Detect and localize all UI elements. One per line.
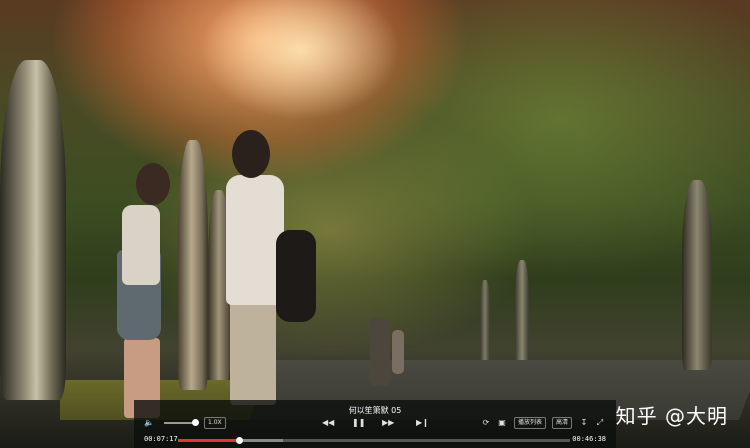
fullscreen-icon[interactable]: ⤢ [594, 417, 606, 429]
speed-button[interactable]: 1.0X [204, 417, 226, 429]
girl-figure [136, 163, 170, 205]
download-icon[interactable]: ↧ [578, 417, 590, 429]
duration-time: 00:46:38 [572, 435, 606, 443]
progress-bar[interactable] [178, 437, 570, 444]
tree-trunk [682, 180, 712, 370]
video-title: 何以笙箫默 05 [348, 406, 402, 415]
tree-trunk [515, 260, 529, 360]
boy-figure [232, 130, 270, 178]
playlist-button[interactable]: 播放列表 [514, 417, 547, 429]
rewind-icon[interactable]: ◀◀ [322, 417, 334, 429]
subtitle-icon[interactable]: ▣ [496, 417, 508, 429]
sun-flare [200, 0, 400, 120]
played-fill [178, 439, 240, 442]
watermark: 知乎 @大明 [615, 404, 728, 428]
video-frame[interactable] [0, 0, 750, 448]
skip-end-icon[interactable]: ▶❙ [416, 417, 429, 429]
quality-button[interactable]: 高清 [552, 417, 573, 429]
background-pedestrian [392, 330, 404, 374]
current-time: 00:07:17 [144, 435, 178, 443]
volume-knob[interactable] [192, 419, 199, 426]
background-pedestrian [370, 318, 390, 386]
volume-icon[interactable]: 🔈 [144, 417, 154, 429]
tree-trunk [0, 60, 66, 400]
loop-icon[interactable]: ⟳ [480, 417, 492, 429]
girl-figure [122, 205, 160, 285]
progress-knob[interactable] [236, 437, 244, 444]
backpack [276, 230, 316, 322]
progress-row: 00:07:17 00:46:38 [134, 433, 616, 447]
tree-trunk [480, 280, 490, 360]
tree-trunk [178, 140, 208, 390]
video-player-controls: 何以笙箫默 05 🔈 1.0X ◀◀ ❚❚ ▶▶ ▶❙ ⟳ ▣ 播放列表 高清 … [134, 400, 616, 448]
control-row: 🔈 1.0X ◀◀ ❚❚ ▶▶ ▶❙ ⟳ ▣ 播放列表 高清 ↧ ⤢ [134, 417, 616, 431]
pause-icon[interactable]: ❚❚ [352, 417, 365, 429]
fast-forward-icon[interactable]: ▶▶ [382, 417, 394, 429]
